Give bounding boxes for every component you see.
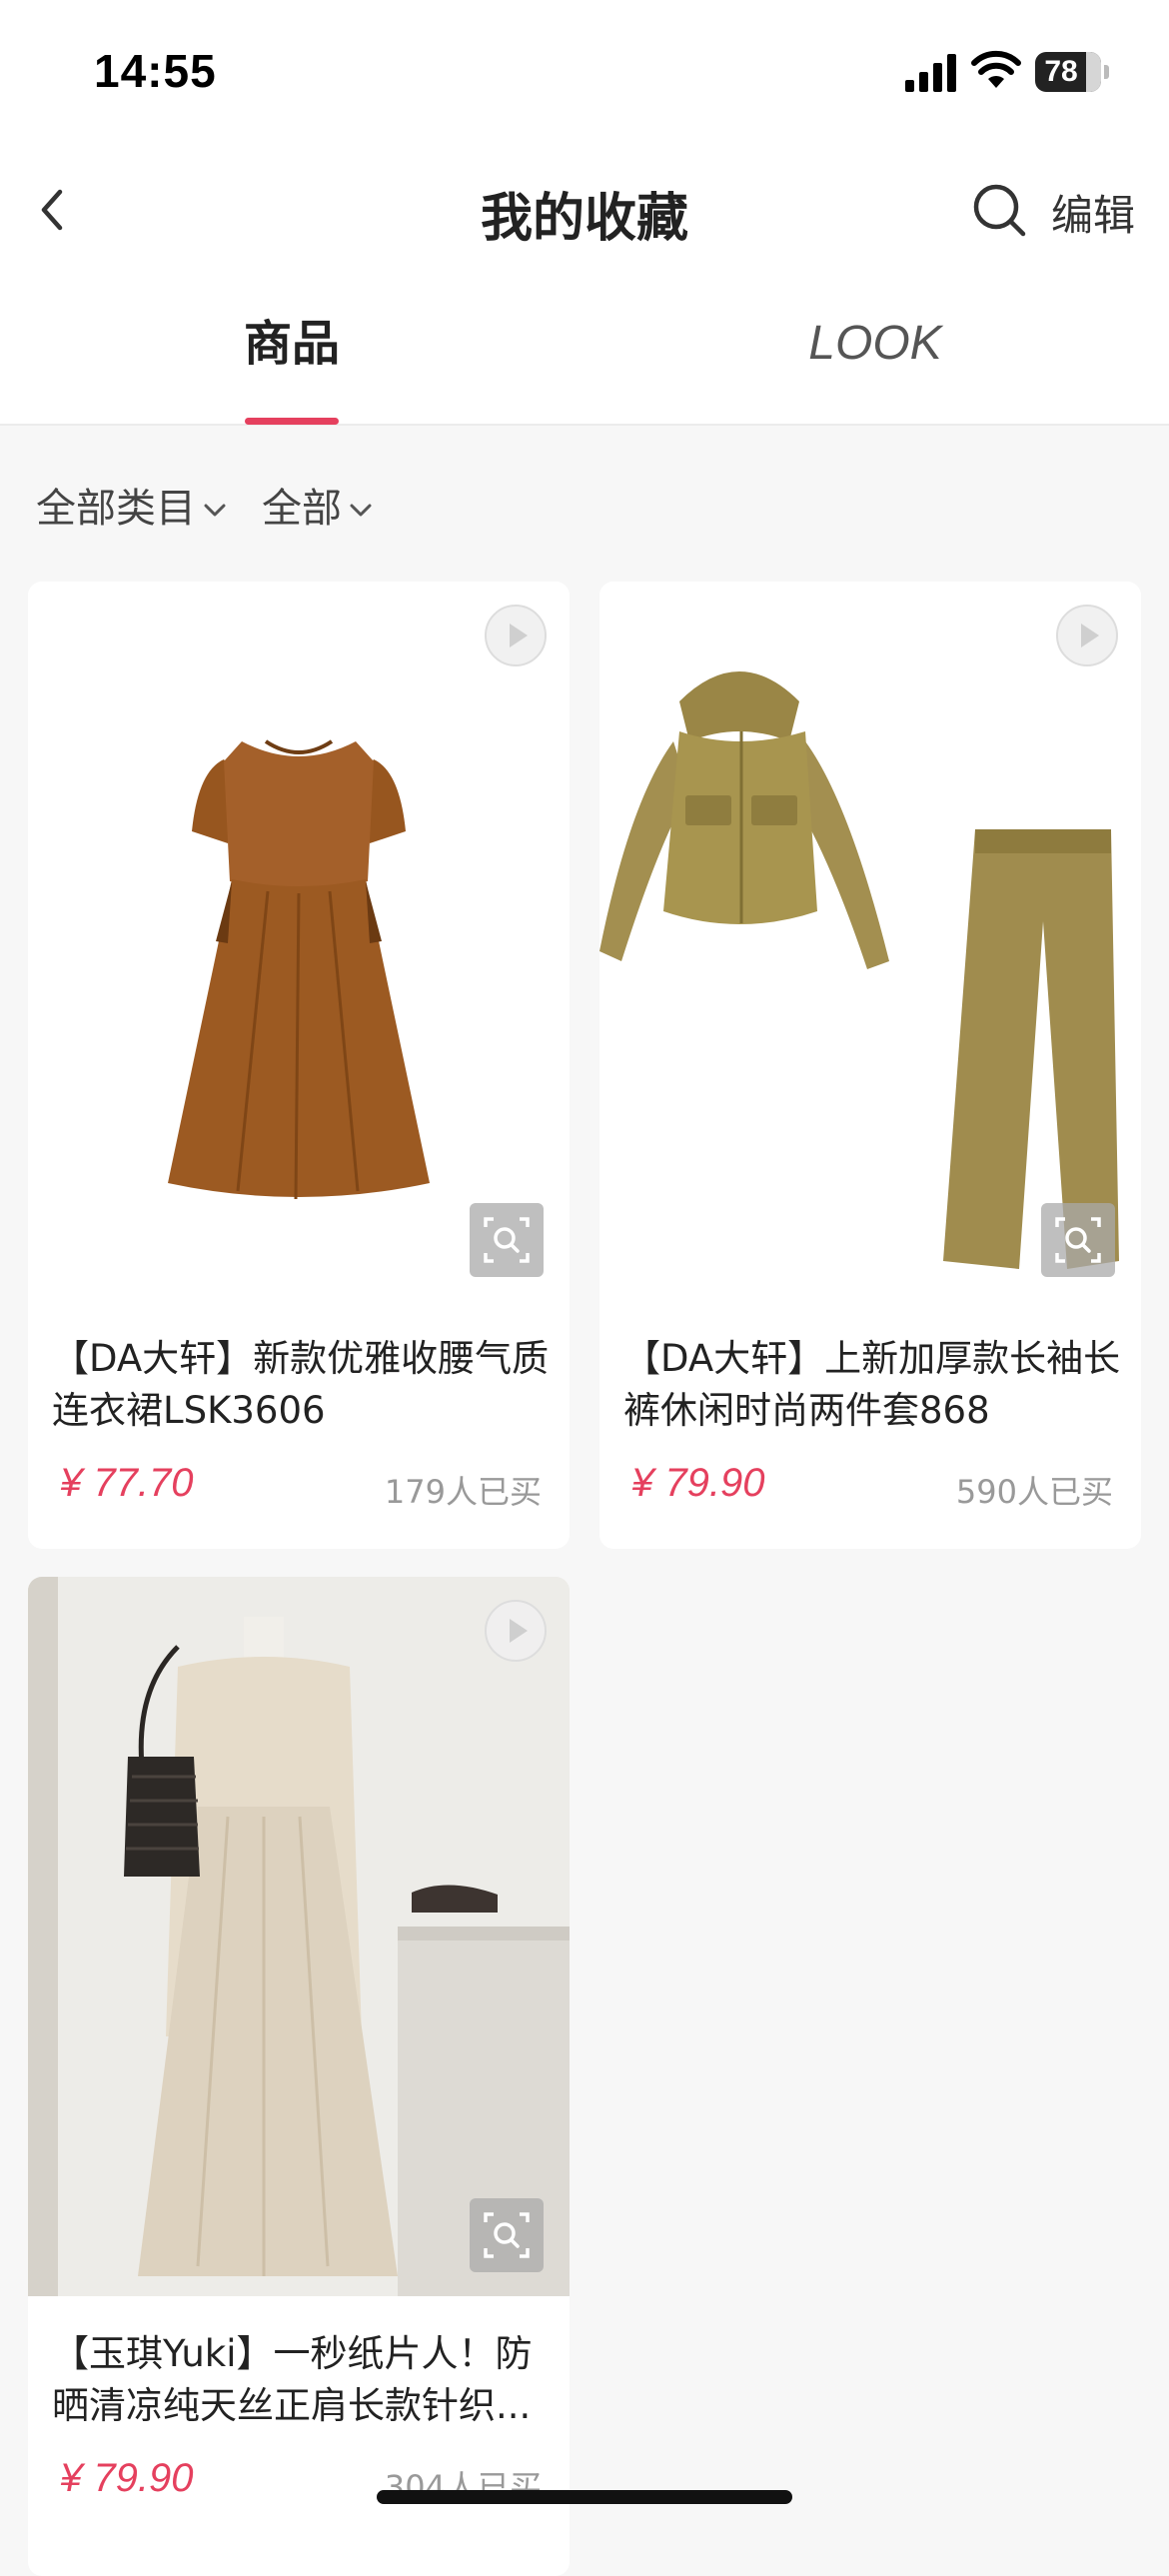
image-search-icon[interactable] xyxy=(1041,1203,1115,1277)
product-sold-count: 590人已买 xyxy=(955,1473,1113,1511)
battery-tip xyxy=(1104,65,1109,79)
tab-look-label: LOOK xyxy=(808,317,942,370)
category-filter-label: 全部类目 xyxy=(36,486,196,532)
product-image-area[interactable] xyxy=(28,582,570,1301)
product-price: ¥ 79.90 xyxy=(60,2456,194,2500)
product-card[interactable]: 【DA大轩】新款优雅收腰气质连衣裙LSK3606 ¥ 77.70 179人已买 xyxy=(28,582,570,1549)
product-price: ¥ 79.90 xyxy=(631,1461,765,1505)
product-price: ¥ 77.70 xyxy=(60,1461,194,1505)
home-indicator[interactable] xyxy=(377,2490,792,2504)
product-card[interactable]: 【玉琪Yuki】一秒纸片人！防晒清凉纯天丝正肩长款针织... ¥ 79.90 3… xyxy=(28,1577,570,2576)
active-tab-indicator xyxy=(245,418,339,425)
tab-bar: 商品 LOOK xyxy=(0,280,1169,426)
chevron-down-icon xyxy=(350,504,372,517)
status-bar: 14:55 78 xyxy=(0,0,1169,140)
battery-empty-portion xyxy=(1086,52,1101,92)
navigation-bar: 我的收藏 编辑 xyxy=(0,140,1169,280)
product-image-area[interactable] xyxy=(599,582,1141,1301)
hoodie-and-pants-set-image xyxy=(599,671,1119,1269)
play-video-icon[interactable] xyxy=(1055,604,1119,667)
product-title: 【DA大轩】新款优雅收腰气质连衣裙LSK3606 xyxy=(52,1337,550,1432)
category-filter-dropdown[interactable]: 全部类目 xyxy=(36,476,228,534)
play-video-icon[interactable] xyxy=(484,604,548,667)
status-time: 14:55 xyxy=(94,45,217,97)
search-icon[interactable] xyxy=(969,180,1029,240)
battery-icon: 78 xyxy=(1035,52,1109,92)
battery-level: 78 xyxy=(1035,52,1101,92)
filter-row: 全部类目 全部 xyxy=(0,426,1169,556)
image-search-icon[interactable] xyxy=(470,2198,544,2272)
play-video-icon[interactable] xyxy=(484,1599,548,1663)
tab-products[interactable]: 商品 xyxy=(200,314,384,425)
scope-filter-label: 全部 xyxy=(262,486,342,532)
chevron-down-icon xyxy=(204,504,226,517)
brown-dress-image xyxy=(168,739,430,1200)
wifi-icon xyxy=(971,50,1021,88)
product-title: 【DA大轩】上新加厚款长袖长裤休闲时尚两件套868 xyxy=(623,1337,1121,1432)
tab-look[interactable]: LOOK xyxy=(775,314,975,404)
tab-products-label: 商品 xyxy=(243,316,340,372)
product-title: 【玉琪Yuki】一秒纸片人！防晒清凉纯天丝正肩长款针织... xyxy=(52,2332,533,2427)
cellular-signal-icon xyxy=(905,54,956,92)
product-sold-count: 179人已买 xyxy=(384,1473,542,1511)
image-search-icon[interactable] xyxy=(470,1203,544,1277)
product-card[interactable]: 【DA大轩】上新加厚款长袖长裤休闲时尚两件套868 ¥ 79.90 590人已买 xyxy=(599,582,1141,1549)
battery-percentage: 78 xyxy=(1044,55,1078,88)
edit-button[interactable]: 编辑 xyxy=(1051,182,1135,243)
scope-filter-dropdown[interactable]: 全部 xyxy=(262,476,374,534)
cardigan-outfit-photo xyxy=(28,1577,570,2296)
product-image-area[interactable] xyxy=(28,1577,570,2296)
